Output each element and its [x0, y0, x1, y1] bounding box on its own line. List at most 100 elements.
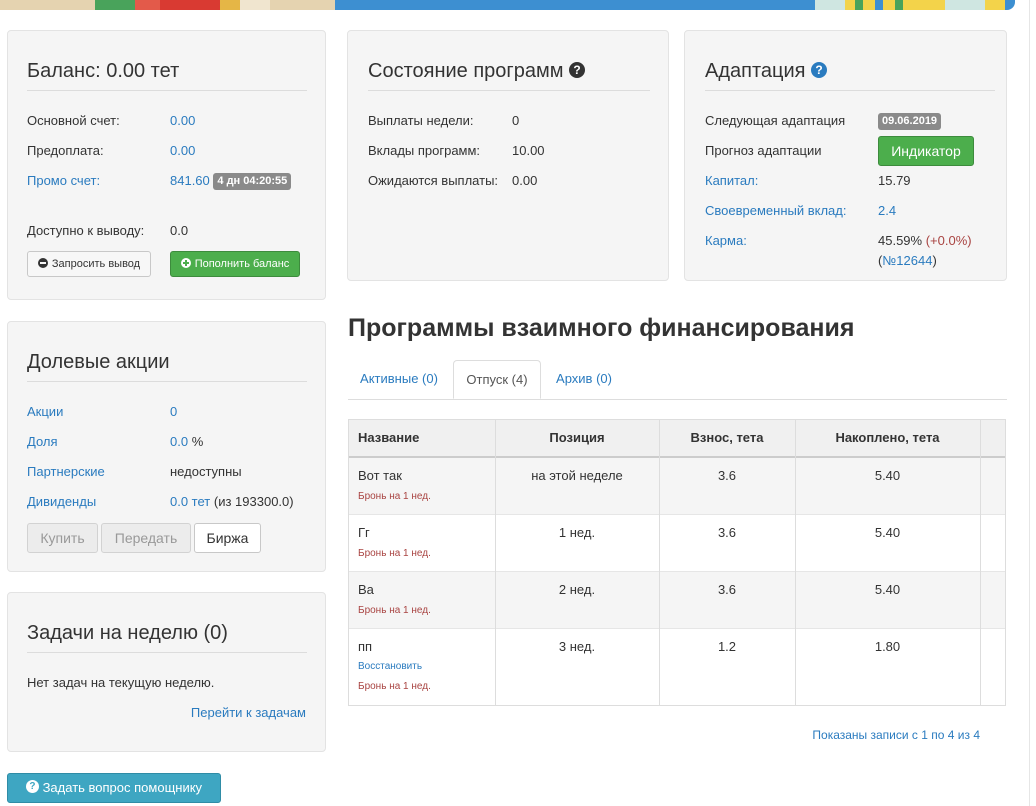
karma-rank-link[interactable]: №12644 [882, 253, 932, 268]
banner-end [1005, 0, 1015, 10]
prepay-label: Предоплата: [27, 143, 104, 158]
shares-value[interactable]: 0 [170, 403, 177, 421]
program-accumulated: 5.40 [874, 468, 901, 483]
program-contribution: 3.6 [717, 525, 737, 540]
banner-middle [335, 0, 815, 10]
dividends-row: Дивиденды 0.0 тет (из 193300.0) [8, 493, 325, 511]
program-accumulated: 5.40 [874, 582, 901, 597]
transfer-button[interactable]: Передать [101, 523, 191, 553]
divider [27, 381, 307, 382]
column-header-extra [980, 420, 1005, 458]
column-header-name[interactable]: Название [349, 420, 495, 458]
question-circle-icon[interactable]: ? [569, 61, 586, 78]
promo-value[interactable]: 841.60 [170, 173, 210, 188]
programs-state-panel: Состояние программ ? Выплаты недели: 0 В… [347, 30, 669, 281]
karma-row: Карма: 45.59% (+0.0%) [685, 232, 1006, 250]
dividends-value[interactable]: 0.0 тет [170, 494, 210, 509]
divider [705, 90, 995, 91]
plus-circle-icon [180, 258, 191, 269]
available-label: Доступно к выводу: [27, 223, 145, 238]
tab-vacation[interactable]: Отпуск (4) [453, 360, 541, 399]
ask-helper-label: Задать вопрос помощнику [42, 780, 203, 795]
reserve-note: Бронь на 1 нед. [358, 605, 431, 616]
main-account-value[interactable]: 0.00 [170, 112, 195, 130]
week-payouts-row: Выплаты недели: 0 [348, 112, 668, 130]
banner-left-image [0, 0, 335, 10]
prepay-value[interactable]: 0.00 [170, 142, 195, 160]
reserve-note: Бронь на 1 нед. [358, 681, 431, 692]
tab-active[interactable]: Активные (0) [348, 360, 450, 398]
withdraw-button[interactable]: Запросить вывод [27, 251, 151, 277]
share-unit: % [191, 434, 204, 449]
topup-button[interactable]: Пополнить баланс [170, 251, 300, 277]
tasks-empty-text: Нет задач на текущую неделю. [27, 675, 215, 690]
column-header-accumulated[interactable]: Накоплено, тета [795, 420, 980, 458]
restore-link[interactable]: Восстановить [358, 661, 422, 672]
programs-title: Программы взаимного финансирования [348, 314, 855, 342]
timely-row: Своевременный вклад: 2.4 [685, 202, 1006, 220]
question-circle-icon[interactable]: ? [811, 61, 828, 78]
program-name: Ва [358, 582, 374, 597]
program-contribution: 1.2 [717, 639, 737, 654]
reserve-note: Бронь на 1 нед. [358, 548, 431, 559]
program-name: Гг [358, 525, 370, 540]
partner-label[interactable]: Партнерские [27, 463, 105, 481]
expected-label: Ожидаются выплаты: [368, 173, 499, 188]
timely-label[interactable]: Своевременный вклад: [705, 202, 846, 220]
promo-row: Промо счет: 841.60 4 дн 04:20:55 [8, 172, 325, 191]
balance-title: Баланс: 0.00 тет [27, 60, 180, 82]
main-account-label: Основной счет: [27, 113, 120, 128]
forecast-label: Прогноз адаптации [705, 143, 822, 158]
shares-label[interactable]: Акции [27, 403, 63, 421]
share-value[interactable]: 0.0 [170, 434, 188, 449]
promo-label[interactable]: Промо счет: [27, 172, 100, 190]
ask-helper-button[interactable]: ? Задать вопрос помощнику [7, 773, 221, 803]
karma-label[interactable]: Карма: [705, 232, 747, 250]
go-to-tasks-link[interactable]: Перейти к задачам [191, 704, 306, 722]
adaptation-title-text: Адаптация [705, 60, 806, 82]
program-contribution: 3.6 [717, 582, 737, 597]
deposits-value: 10.00 [512, 143, 545, 158]
table-row: Вот так Бронь на 1 нед. на этой неделе 3… [349, 458, 1005, 515]
minus-circle-icon [37, 258, 48, 269]
adaptation-title: Адаптация ? [705, 60, 828, 83]
week-payouts-value: 0 [512, 113, 520, 128]
indicator-button[interactable]: Индикатор [878, 136, 974, 166]
buy-button[interactable]: Купить [27, 523, 98, 553]
tasks-empty-row: Нет задач на текущую неделю. [8, 674, 325, 692]
capital-label[interactable]: Капитал: [705, 172, 758, 190]
balance-panel: Баланс: 0.00 тет Основной счет: 0.00 Пре… [7, 30, 326, 300]
column-header-contribution[interactable]: Взнос, тета [659, 420, 795, 458]
column-divider [495, 420, 496, 705]
promo-timer-badge: 4 дн 04:20:55 [213, 173, 292, 191]
dividends-label[interactable]: Дивиденды [27, 493, 96, 511]
prepay-row: Предоплата: 0.00 [8, 142, 325, 160]
program-name: Вот так [358, 468, 402, 483]
shares-title: Долевые акции [27, 351, 170, 373]
reserve-note: Бронь на 1 нед. [358, 491, 431, 502]
tasks-panel: Задачи на неделю (0) Нет задач на текущу… [7, 592, 326, 752]
program-contribution: 3.6 [717, 468, 737, 483]
exchange-button[interactable]: Биржа [194, 523, 261, 553]
page-edge [1029, 0, 1030, 806]
capital-row: Капитал: 15.79 [685, 172, 1006, 190]
divider [27, 652, 307, 653]
timely-value[interactable]: 2.4 [878, 202, 896, 220]
column-header-position[interactable]: Позиция [495, 420, 659, 458]
topup-button-label: Пополнить баланс [194, 258, 290, 270]
tasks-link-row: Перейти к задачам [8, 704, 325, 722]
partner-row: Партнерские недоступны [8, 463, 325, 481]
deposits-label: Вклады программ: [368, 143, 481, 158]
main-account-row: Основной счет: 0.00 [8, 112, 325, 130]
tab-archive[interactable]: Архив (0) [544, 360, 624, 398]
week-payouts-label: Выплаты недели: [368, 113, 474, 128]
program-position: 3 нед. [558, 639, 596, 654]
tasks-title: Задачи на неделю (0) [27, 622, 228, 644]
program-position: 1 нед. [558, 525, 596, 540]
table-info: Показаны записи с 1 по 4 из 4 [812, 728, 980, 742]
karma-value: 45.59% [878, 233, 923, 248]
karma-rank-close: ) [932, 253, 937, 268]
share-label[interactable]: Доля [27, 433, 58, 451]
withdraw-button-label: Запросить вывод [51, 258, 141, 270]
program-accumulated: 1.80 [874, 639, 901, 654]
